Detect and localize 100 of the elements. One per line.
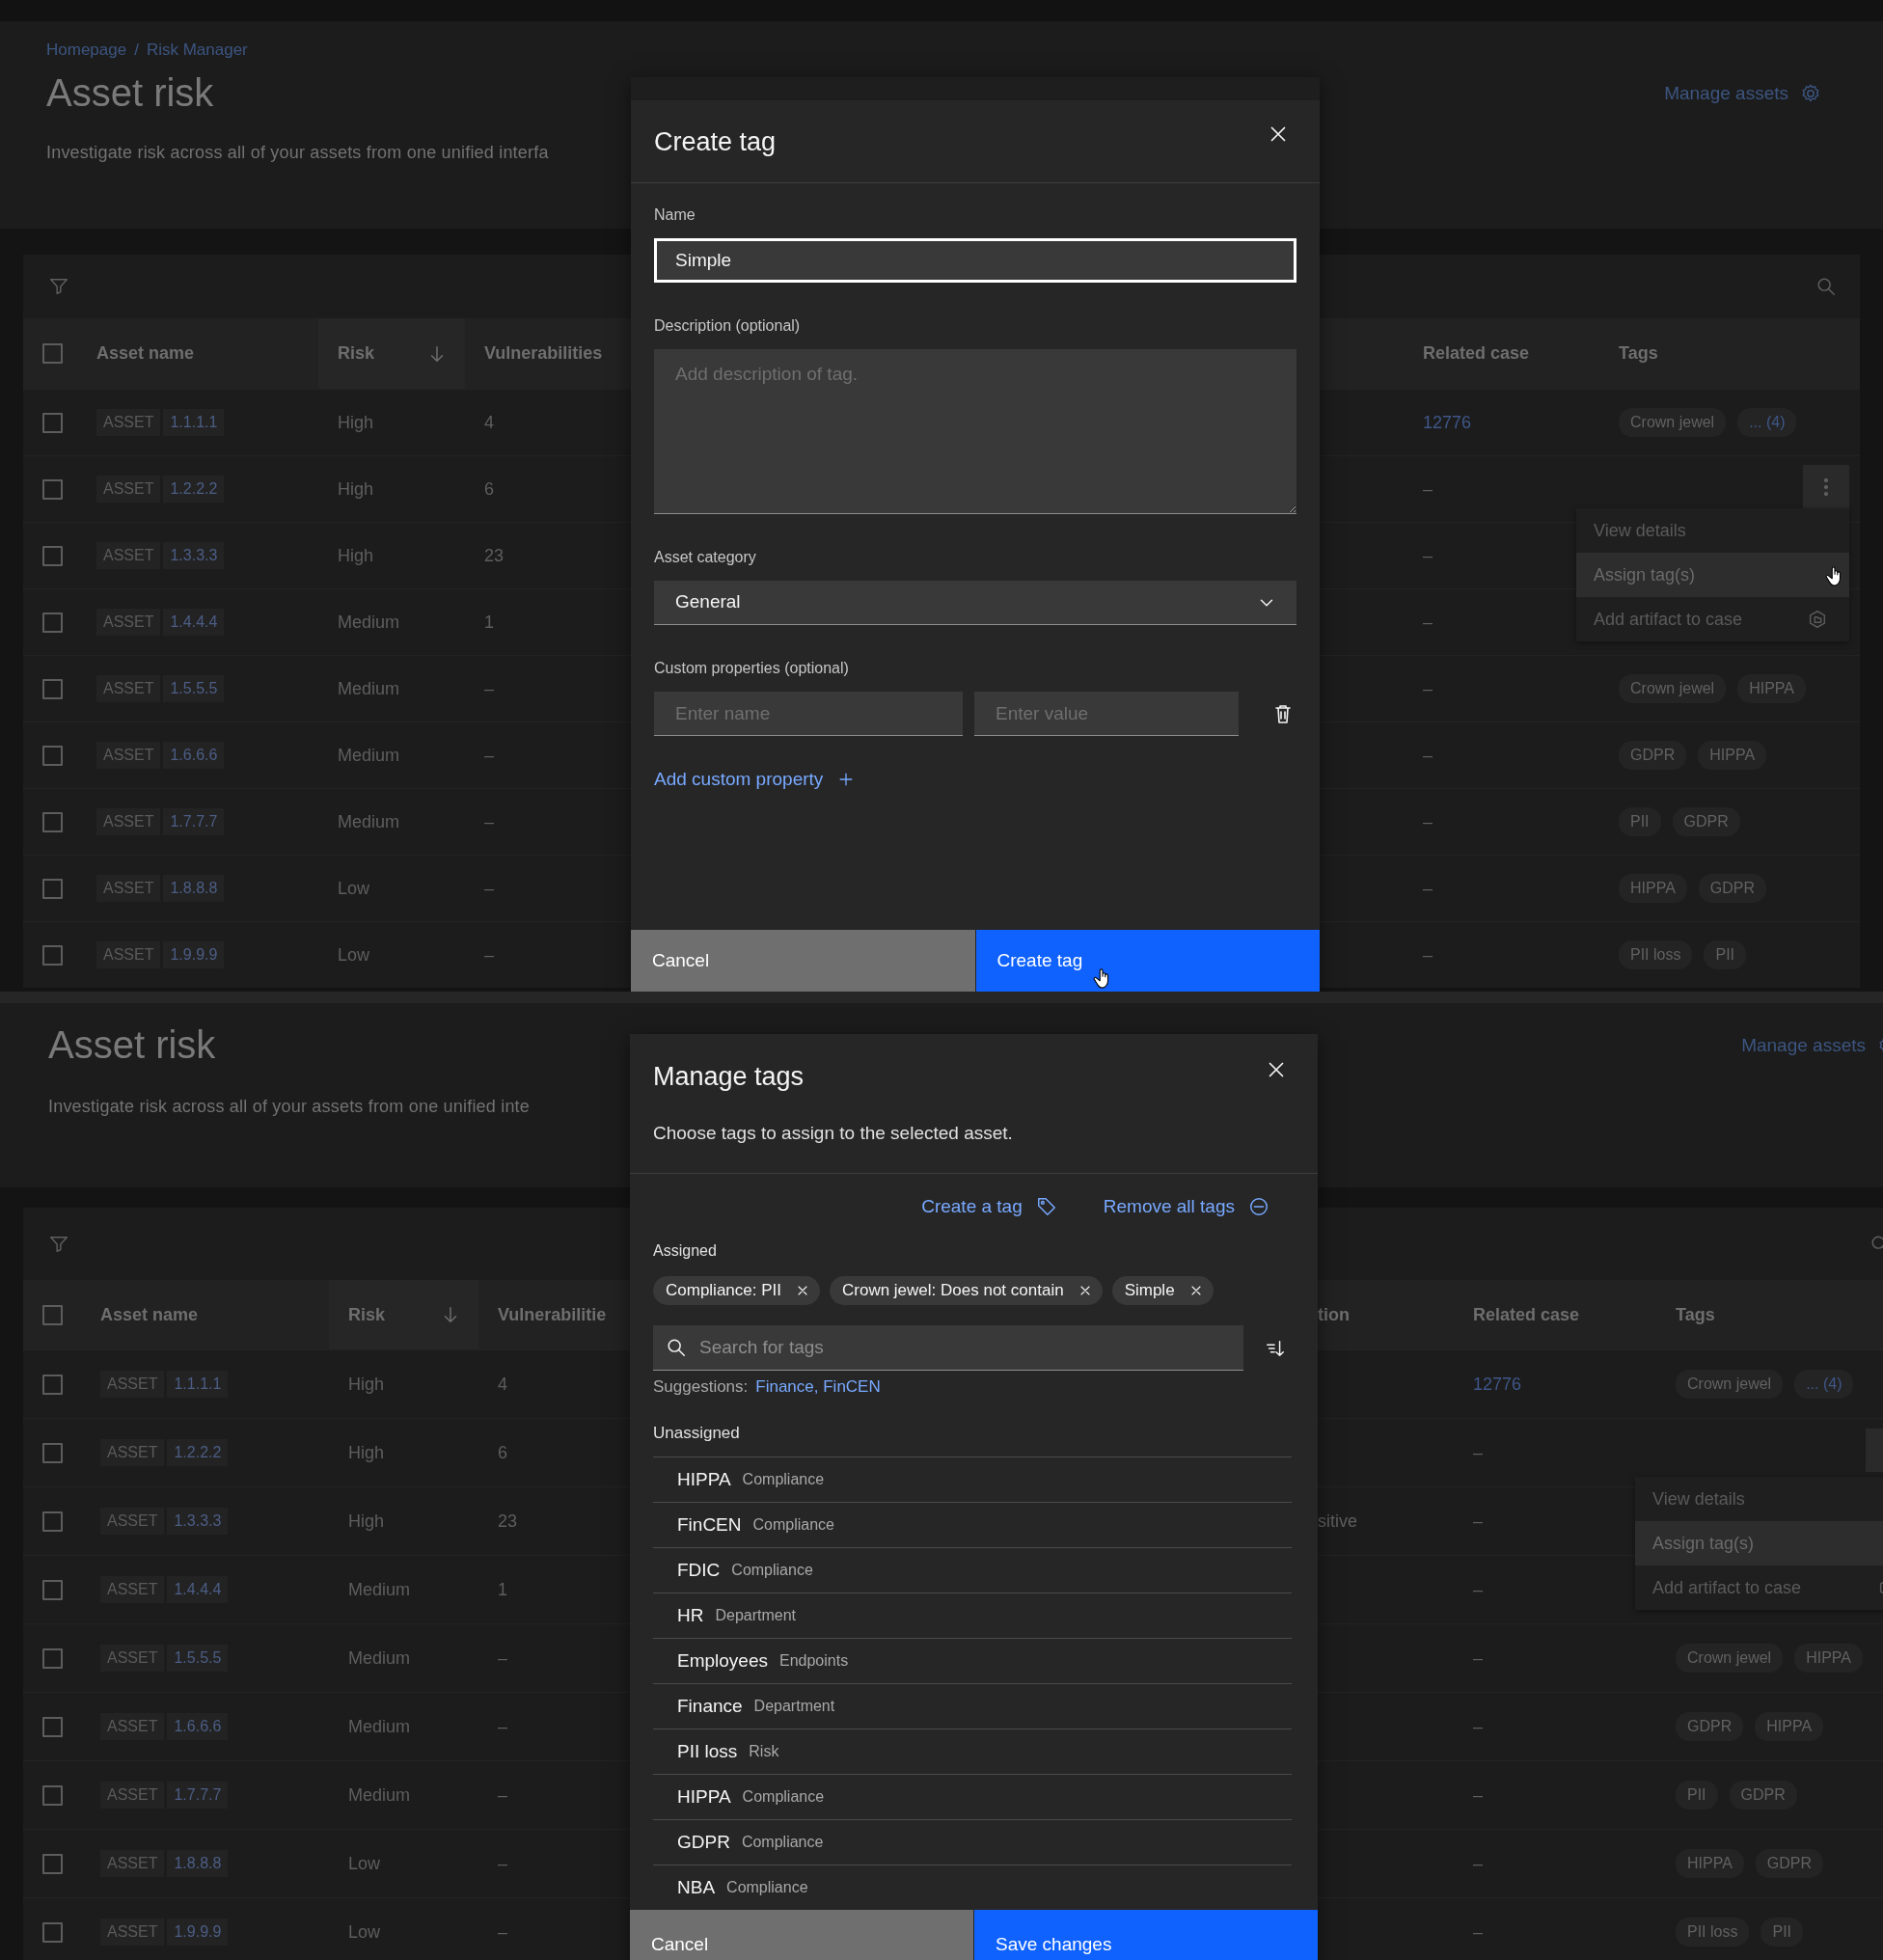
risk-level: Low bbox=[348, 1852, 381, 1875]
tag-search-field[interactable]: Search for tags bbox=[653, 1325, 1243, 1371]
tag-category: Endpoints bbox=[779, 1651, 849, 1671]
cancel-button[interactable]: Cancel bbox=[631, 930, 975, 992]
tag-name[interactable]: FDIC bbox=[677, 1556, 721, 1585]
cancel-button[interactable]: Cancel bbox=[630, 1910, 973, 1960]
related-case: – bbox=[1423, 544, 1433, 567]
assigned-tag-chip[interactable]: Simple bbox=[1111, 1276, 1214, 1305]
tag-name[interactable]: Employees bbox=[677, 1647, 768, 1675]
tag-pill: GDPR bbox=[1676, 1712, 1744, 1741]
search-icon[interactable] bbox=[1815, 276, 1837, 297]
row-checkbox[interactable] bbox=[42, 1921, 63, 1943]
tag-name[interactable]: Finance bbox=[677, 1692, 743, 1721]
row-checkbox[interactable] bbox=[42, 944, 63, 966]
section-label: Unassigned bbox=[653, 1423, 741, 1444]
select-all-checkbox[interactable] bbox=[42, 343, 63, 364]
row-checkbox[interactable] bbox=[42, 612, 63, 633]
add-property-link[interactable]: Add custom property bbox=[654, 768, 857, 791]
select-all-checkbox[interactable] bbox=[42, 1304, 63, 1325]
asset-id: 1.4.4.4 bbox=[163, 609, 225, 636]
row-checkbox[interactable] bbox=[42, 878, 63, 899]
page-title: Asset risk bbox=[46, 70, 215, 116]
tag-pill: HIPPA bbox=[1619, 874, 1687, 903]
risk-level: High bbox=[338, 544, 374, 567]
tag-category: Compliance bbox=[742, 1470, 825, 1489]
tag-category: Compliance bbox=[726, 1878, 808, 1897]
row-checkbox[interactable] bbox=[42, 1716, 63, 1737]
modal-title: Manage tags bbox=[653, 1061, 805, 1093]
risk-level: High bbox=[348, 1510, 385, 1533]
tag-pill: PII loss bbox=[1619, 940, 1693, 969]
column-header: Asset name bbox=[96, 342, 195, 365]
table-cell-text: sitive bbox=[1318, 1510, 1357, 1533]
asset-id: 1.8.8.8 bbox=[167, 1850, 229, 1877]
column-header: Related case bbox=[1473, 1303, 1580, 1326]
tag-name[interactable]: HIPPA bbox=[677, 1465, 731, 1494]
tag-pill: HIPPA bbox=[1755, 1712, 1824, 1741]
vulnerability-count: 4 bbox=[484, 411, 494, 434]
vulnerability-count: 1 bbox=[498, 1578, 507, 1601]
filter-icon[interactable] bbox=[48, 276, 69, 297]
row-checkbox[interactable] bbox=[42, 1579, 63, 1600]
page-description: Investigate risk across all of your assets from one unified inte bbox=[48, 1096, 531, 1118]
tag-name[interactable]: HR bbox=[677, 1601, 704, 1630]
remove-tags-link[interactable]: Remove all tags bbox=[1103, 1193, 1269, 1220]
overflow-menu-icon bbox=[1824, 477, 1828, 496]
menu-item[interactable]: Assign tag(s) bbox=[1635, 1521, 1883, 1565]
row-checkbox[interactable] bbox=[42, 1853, 63, 1874]
tag-name[interactable]: NBA bbox=[677, 1873, 716, 1902]
column-header: Asset name bbox=[100, 1303, 199, 1326]
row-checkbox[interactable] bbox=[42, 1374, 63, 1395]
risk-level: Low bbox=[338, 877, 370, 900]
tag-pill: HIPPA bbox=[1698, 741, 1767, 770]
row-checkbox[interactable] bbox=[42, 1442, 63, 1463]
risk-level: Medium bbox=[338, 611, 400, 634]
asset-id: 1.2.2.2 bbox=[163, 476, 225, 503]
tag-category: Compliance bbox=[741, 1833, 824, 1852]
tag-pill: PII bbox=[1760, 1918, 1804, 1946]
vulnerability-count: – bbox=[484, 744, 494, 767]
asset-id: 1.3.3.3 bbox=[167, 1508, 229, 1535]
assigned-tag-chip[interactable]: Crown jewel: Does not contain bbox=[830, 1276, 1103, 1305]
row-checkbox[interactable] bbox=[42, 745, 63, 766]
tag-pill: HIPPA bbox=[1676, 1849, 1744, 1878]
primary-button[interactable]: Create tag bbox=[975, 930, 1320, 992]
vulnerability-count: – bbox=[484, 677, 494, 700]
row-checkbox[interactable] bbox=[42, 545, 63, 566]
row-checkbox[interactable] bbox=[42, 678, 63, 699]
create-tag-link[interactable]: Create a tag bbox=[921, 1193, 1057, 1220]
suggestion-link[interactable]: Finance, FinCEN bbox=[755, 1376, 881, 1398]
name-input[interactable]: Simple bbox=[654, 238, 1296, 283]
row-checkbox[interactable] bbox=[42, 478, 63, 500]
overflow-menu-button[interactable] bbox=[1803, 465, 1849, 508]
related-case: – bbox=[1473, 1920, 1483, 1944]
primary-button[interactable]: Save changes bbox=[974, 1910, 1318, 1960]
risk-level: Low bbox=[348, 1920, 381, 1944]
assigned-tag-chip[interactable]: Compliance: PII bbox=[653, 1276, 820, 1305]
vulnerability-count: – bbox=[498, 1715, 507, 1738]
related-case: – bbox=[1473, 1783, 1483, 1807]
tag-name[interactable]: GDPR bbox=[677, 1828, 730, 1857]
risk-level: Low bbox=[338, 943, 370, 966]
row-checkbox[interactable] bbox=[42, 1647, 63, 1669]
suggestions-label: Suggestions: bbox=[653, 1376, 749, 1398]
vulnerability-count: – bbox=[498, 1852, 507, 1875]
row-checkbox[interactable] bbox=[42, 811, 63, 832]
row-checkbox[interactable] bbox=[42, 1784, 63, 1806]
sorted-column-header[interactable]: Risk bbox=[329, 1280, 478, 1349]
related-case: – bbox=[1473, 1441, 1483, 1464]
related-case: – bbox=[1423, 877, 1433, 900]
tag-category: Compliance bbox=[752, 1515, 834, 1535]
tag-name[interactable]: FinCEN bbox=[677, 1511, 742, 1539]
modal-title: Create tag bbox=[654, 125, 777, 158]
sorted-column-header[interactable]: Risk bbox=[318, 318, 465, 389]
vulnerability-count: 6 bbox=[484, 477, 494, 501]
category-dropdown[interactable]: General bbox=[654, 581, 1296, 625]
page-title: Asset risk bbox=[48, 1022, 217, 1068]
row-checkbox[interactable] bbox=[42, 412, 63, 433]
asset-id: 1.1.1.1 bbox=[167, 1371, 229, 1398]
tag-name[interactable]: HIPPA bbox=[677, 1783, 731, 1811]
tag-category: Compliance bbox=[742, 1787, 825, 1807]
menu-item[interactable]: Assign tag(s) bbox=[1576, 553, 1849, 597]
tag-name[interactable]: PII loss bbox=[677, 1737, 738, 1766]
row-checkbox[interactable] bbox=[42, 1511, 63, 1532]
